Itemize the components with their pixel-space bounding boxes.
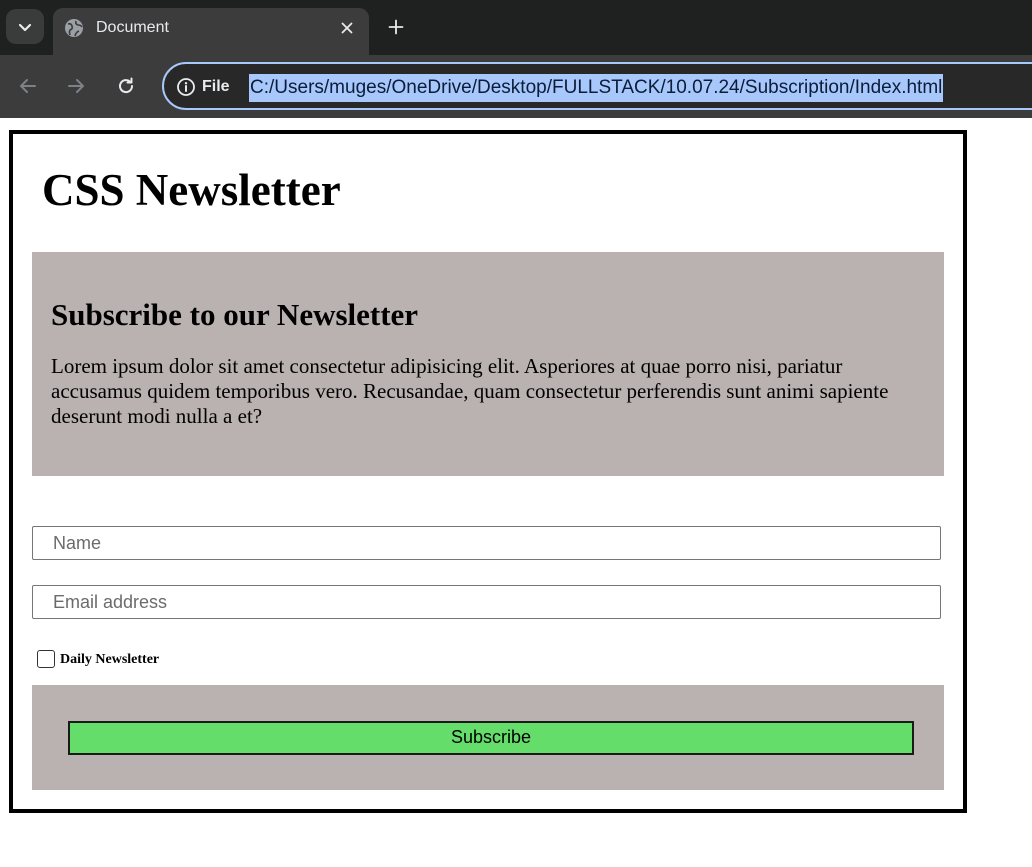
intro-panel: Subscribe to our Newsletter Lorem ipsum …	[32, 252, 944, 476]
tab-title: Document	[96, 19, 169, 36]
arrow-left-icon	[20, 79, 36, 93]
browser-toolbar: File C:/Users/muges/OneDrive/Desktop/FUL…	[0, 55, 1032, 118]
info-icon	[177, 78, 195, 96]
browser-tab-bar: Document	[0, 0, 1032, 55]
daily-newsletter-label[interactable]: Daily Newsletter	[60, 652, 159, 668]
plus-icon	[388, 19, 404, 35]
newsletter-page: CSS Newsletter Subscribe to our Newslett…	[9, 130, 967, 813]
subscribe-panel: Subscribe	[32, 685, 944, 790]
tab-search-button[interactable]	[6, 9, 44, 44]
intro-text: Lorem ipsum dolor sit amet consectetur a…	[51, 354, 889, 428]
page-title: CSS Newsletter	[42, 165, 341, 215]
tab-close-button[interactable]	[337, 18, 357, 38]
arrow-right-icon	[68, 79, 84, 93]
site-info-chip[interactable]: File	[176, 75, 230, 99]
daily-newsletter-option: Daily Newsletter	[37, 650, 159, 668]
daily-newsletter-checkbox[interactable]	[37, 650, 55, 668]
new-tab-button[interactable]	[383, 14, 409, 40]
tab-document[interactable]: Document	[53, 8, 369, 55]
reload-button[interactable]	[111, 71, 141, 101]
reload-icon	[119, 77, 134, 94]
chevron-down-icon	[18, 23, 32, 31]
intro-heading: Subscribe to our Newsletter	[51, 297, 419, 332]
forward-button[interactable]	[61, 71, 91, 101]
name-input[interactable]	[32, 526, 941, 560]
address-bar[interactable]: File C:/Users/muges/OneDrive/Desktop/FUL…	[162, 62, 1032, 110]
close-icon	[341, 22, 353, 34]
back-button[interactable]	[13, 71, 43, 101]
subscribe-button[interactable]: Subscribe	[68, 721, 914, 755]
email-input[interactable]	[32, 585, 941, 619]
site-chip-label: File	[202, 78, 230, 95]
url-text[interactable]: C:/Users/muges/OneDrive/Desktop/FULLSTAC…	[249, 74, 944, 102]
globe-icon	[65, 19, 83, 37]
